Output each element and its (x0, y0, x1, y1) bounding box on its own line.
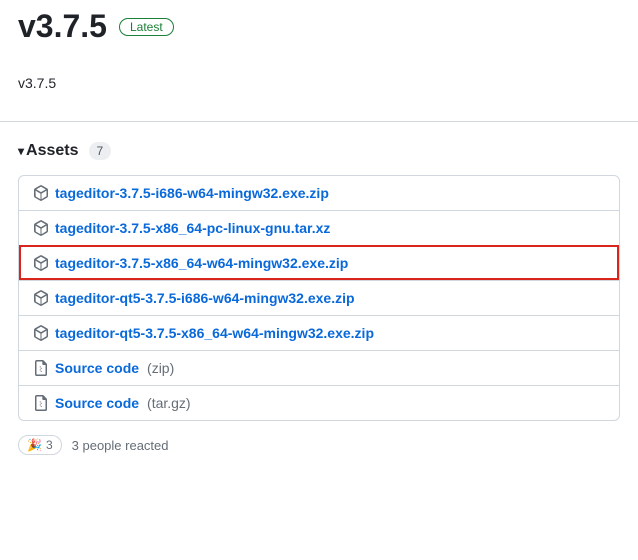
reaction-count: 3 (46, 438, 53, 452)
asset-row: tageditor-3.7.5-x86_64-pc-linux-gnu.tar.… (19, 210, 619, 245)
asset-suffix: (tar.gz) (147, 395, 191, 411)
asset-link[interactable]: Source code (55, 395, 139, 411)
section-divider (0, 121, 638, 122)
disclosure-icon: ▾ (18, 144, 24, 158)
package-icon (33, 185, 49, 201)
asset-suffix: (zip) (147, 360, 174, 376)
reaction-summary: 3 people reacted (72, 438, 169, 453)
asset-link[interactable]: Source code (55, 360, 139, 376)
file-zip-icon (33, 360, 49, 376)
asset-link[interactable]: tageditor-3.7.5-i686-w64-mingw32.exe.zip (55, 185, 329, 201)
asset-row: Source code (tar.gz) (19, 385, 619, 420)
asset-row: tageditor-3.7.5-i686-w64-mingw32.exe.zip (19, 176, 619, 210)
package-icon (33, 220, 49, 236)
assets-count-badge: 7 (89, 142, 112, 160)
file-zip-icon (33, 395, 49, 411)
asset-link[interactable]: tageditor-3.7.5-x86_64-pc-linux-gnu.tar.… (55, 220, 330, 236)
asset-row: tageditor-3.7.5-x86_64-w64-mingw32.exe.z… (19, 245, 619, 280)
asset-row: tageditor-qt5-3.7.5-i686-w64-mingw32.exe… (19, 280, 619, 315)
latest-badge: Latest (119, 18, 174, 36)
asset-link[interactable]: tageditor-qt5-3.7.5-x86_64-w64-mingw32.e… (55, 325, 374, 341)
release-body: v3.7.5 (18, 75, 620, 91)
tada-icon: 🎉 (27, 438, 42, 452)
package-icon (33, 290, 49, 306)
release-title: v3.7.5 (18, 8, 107, 45)
package-icon (33, 325, 49, 341)
package-icon (33, 255, 49, 271)
asset-link[interactable]: tageditor-3.7.5-x86_64-w64-mingw32.exe.z… (55, 255, 348, 271)
assets-toggle[interactable]: ▾ Assets 7 (18, 142, 620, 160)
asset-row: tageditor-qt5-3.7.5-x86_64-w64-mingw32.e… (19, 315, 619, 350)
asset-row: Source code (zip) (19, 350, 619, 385)
reaction-button[interactable]: 🎉 3 (18, 435, 62, 455)
assets-label: Assets (26, 142, 78, 160)
asset-link[interactable]: tageditor-qt5-3.7.5-i686-w64-mingw32.exe… (55, 290, 355, 306)
assets-list: tageditor-3.7.5-i686-w64-mingw32.exe.zip… (18, 175, 620, 421)
